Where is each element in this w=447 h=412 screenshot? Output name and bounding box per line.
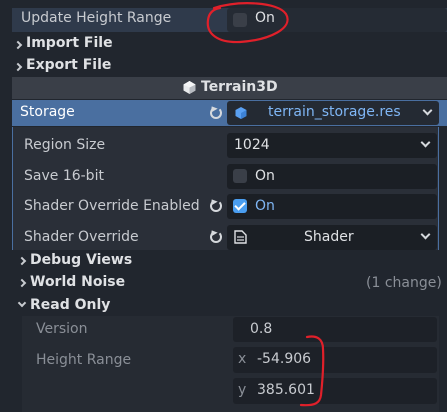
- save-16bit-checkbox[interactable]: [233, 169, 247, 183]
- save-16bit-value: On: [255, 168, 275, 184]
- world-noise-chevron-icon: [17, 278, 27, 288]
- terrain3d-title: Terrain3D: [201, 79, 278, 95]
- update-height-range-label: Update Height Range: [21, 10, 172, 26]
- region-size-label: Region Size: [24, 137, 106, 153]
- shader-override-enabled-label: Shader Override Enabled: [24, 198, 200, 214]
- export-file-chevron-icon: [13, 62, 23, 72]
- save-16bit-label: Save 16-bit: [24, 168, 104, 184]
- height-range-y-axis-label: y: [238, 382, 247, 398]
- storage-resource-name: terrain_storage.res: [268, 104, 401, 120]
- shader-override-enabled-value: On: [255, 198, 275, 214]
- world-noise-changes: (1 change): [366, 275, 442, 291]
- export-file-group[interactable]: Export File: [26, 57, 111, 73]
- terrain3d-cube-icon: [183, 81, 196, 94]
- import-file-chevron-icon: [13, 40, 23, 50]
- annotation-bracket-height-range: [299, 335, 325, 407]
- debug-views-chevron-icon: [17, 256, 27, 266]
- region-size-value: 1024: [234, 137, 270, 153]
- debug-views-group[interactable]: Debug Views: [30, 252, 132, 268]
- read-only-chevron-down-icon: [17, 298, 27, 308]
- import-file-group[interactable]: Import File: [26, 35, 113, 51]
- height-range-label: Height Range: [36, 352, 132, 368]
- storage-revert-icon[interactable]: [210, 107, 222, 119]
- storage-label: Storage: [20, 104, 75, 120]
- shader-override-value: Shader: [304, 229, 354, 245]
- shader-override-enabled-checkbox[interactable]: [233, 199, 247, 213]
- world-noise-group[interactable]: World Noise: [30, 274, 125, 290]
- shader-override-label: Shader Override: [24, 229, 139, 245]
- storage-resource-cube-icon: [235, 107, 247, 119]
- read-only-group[interactable]: Read Only: [30, 297, 110, 313]
- version-label: Version: [36, 321, 88, 337]
- shader-override-enabled-revert-icon[interactable]: [210, 200, 222, 212]
- annotation-circle-update-height-range: [206, 2, 289, 44]
- shader-file-icon: [234, 230, 247, 244]
- shader-override-revert-icon[interactable]: [210, 231, 222, 243]
- height-range-x-axis-label: x: [238, 351, 247, 367]
- version-value: 0.8: [250, 321, 273, 337]
